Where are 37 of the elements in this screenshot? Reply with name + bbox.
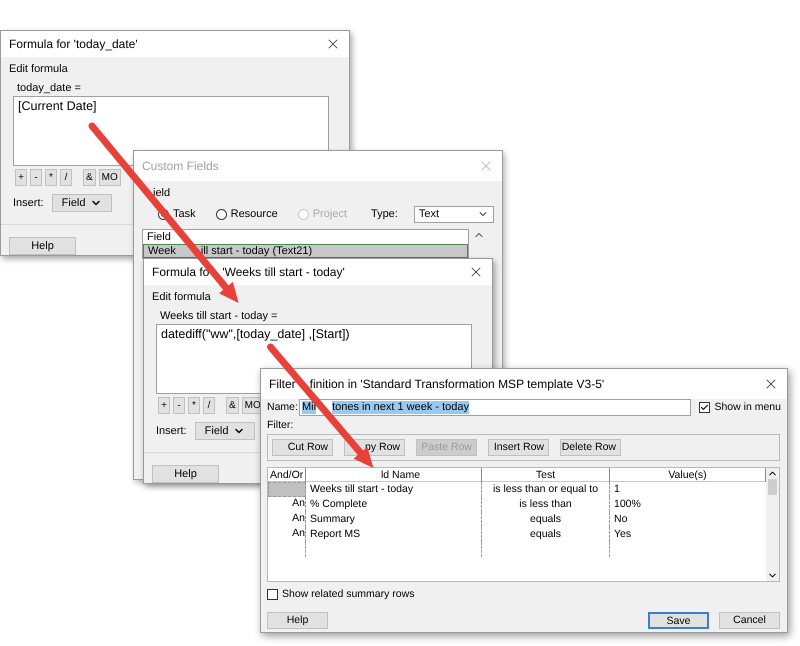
window-title: Formula fo <box>152 264 210 281</box>
table-cell-text: Yes <box>613 526 632 542</box>
table-cell: equals <box>482 512 610 527</box>
table-cell: is less than or equal to <box>482 482 610 497</box>
table-cell: Report MS <box>306 526 482 542</box>
type-label: Type: <box>370 206 398 222</box>
section-label: ield <box>153 186 170 201</box>
section-label: Edit formula <box>152 290 211 305</box>
table-cell: % Complete <box>306 496 482 512</box>
field-label: Weeks till start - today = <box>160 308 278 324</box>
filter-label: Filter: <box>267 418 294 433</box>
list-header: Field <box>146 230 172 244</box>
checkbox-label: Show related summary rows <box>282 586 414 602</box>
radio-label: Project <box>312 206 347 222</box>
table-cell: is less than <box>482 496 610 512</box>
radio-label: Resource <box>230 206 278 222</box>
insert-label: Insert: <box>13 196 44 211</box>
table-cell-text: 100% <box>613 496 642 512</box>
window-title: Filter <box>269 376 296 393</box>
radio-label: Task <box>173 206 196 222</box>
table-cell-text: 1 <box>613 482 621 497</box>
column-header: Value(s) <box>668 468 707 482</box>
column-header: ld Name <box>380 468 420 482</box>
window-title: Formula for 'today_date' <box>9 36 138 53</box>
selected-text: tones in next 1 week - today <box>332 401 470 414</box>
column-header: Test <box>536 468 556 482</box>
window-title: 'Weeks till start - today' <box>222 264 345 281</box>
name-label: Name: <box>267 400 297 415</box>
table-cell: Summary <box>306 512 482 527</box>
field-label: today_date = <box>17 80 81 96</box>
section-label: Edit formula <box>9 62 68 77</box>
column-header: And/Or <box>270 468 304 482</box>
checkbox-label: Show in menu <box>714 400 781 415</box>
table-cell: equals <box>482 526 610 542</box>
table-cell: Weeks till start - today <box>306 482 482 497</box>
insert-label: Insert: <box>156 424 187 439</box>
table-cell-text: No <box>613 512 628 527</box>
